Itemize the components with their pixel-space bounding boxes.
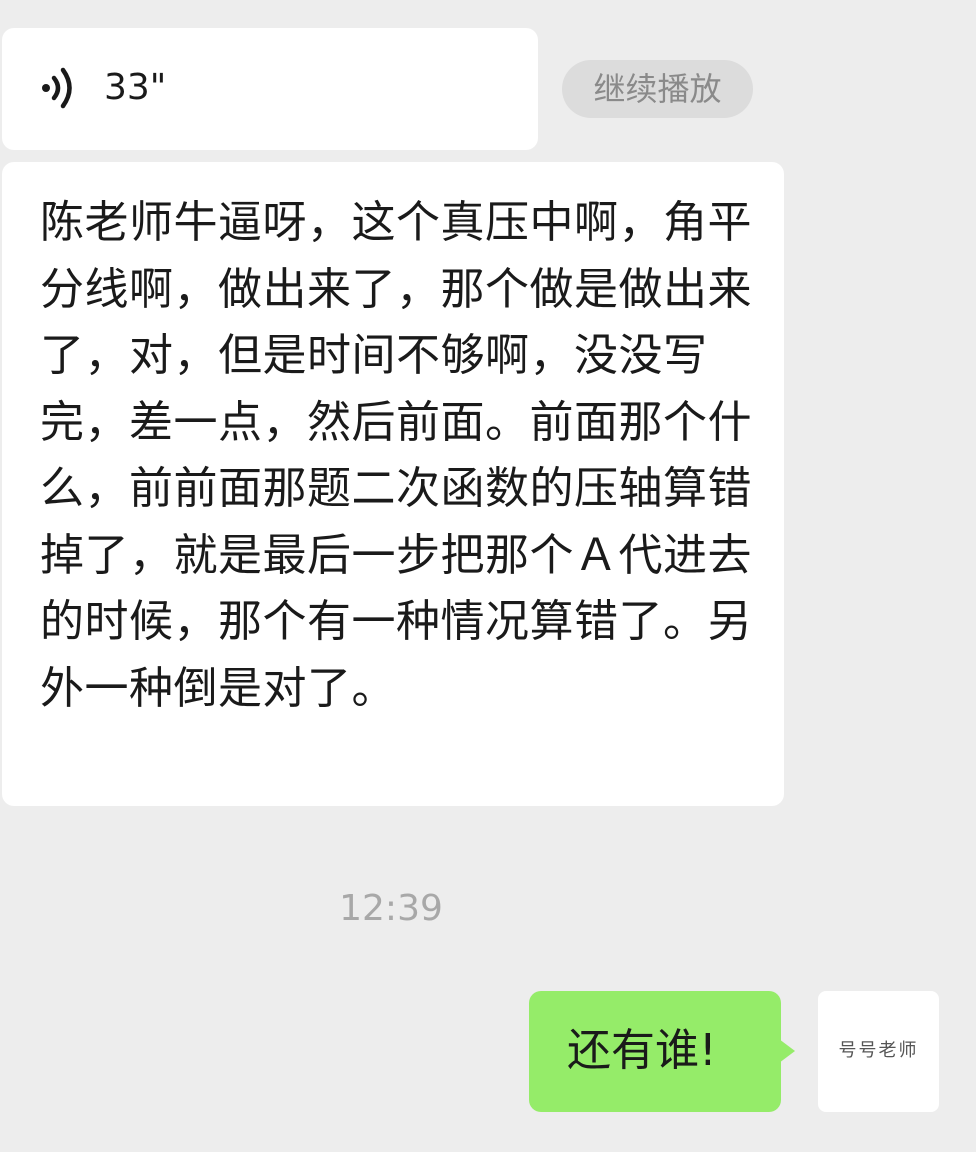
transcript-message-bubble[interactable]: 陈老师牛逼呀，这个真压中啊，角平分线啊，做出来了，那个做是做出来了，对，但是时间… (2, 162, 784, 806)
voice-message-bubble[interactable] (2, 28, 538, 150)
continue-playing-button[interactable]: 继续播放 (562, 60, 753, 118)
sent-message-text: 还有谁! (567, 1025, 717, 1076)
voice-wave-icon (40, 66, 80, 110)
avatar[interactable]: 号号老师 (818, 991, 939, 1112)
transcript-text: 陈老师牛逼呀，这个真压中啊，角平分线啊，做出来了，那个做是做出来了，对，但是时间… (40, 197, 752, 714)
sent-bubble-tail (779, 1039, 795, 1063)
message-timestamp: 12:39 (339, 888, 443, 929)
sent-message-bubble[interactable]: 还有谁! (529, 991, 781, 1112)
voice-duration: 33" (104, 67, 167, 108)
avatar-label: 号号老师 (838, 1040, 919, 1061)
